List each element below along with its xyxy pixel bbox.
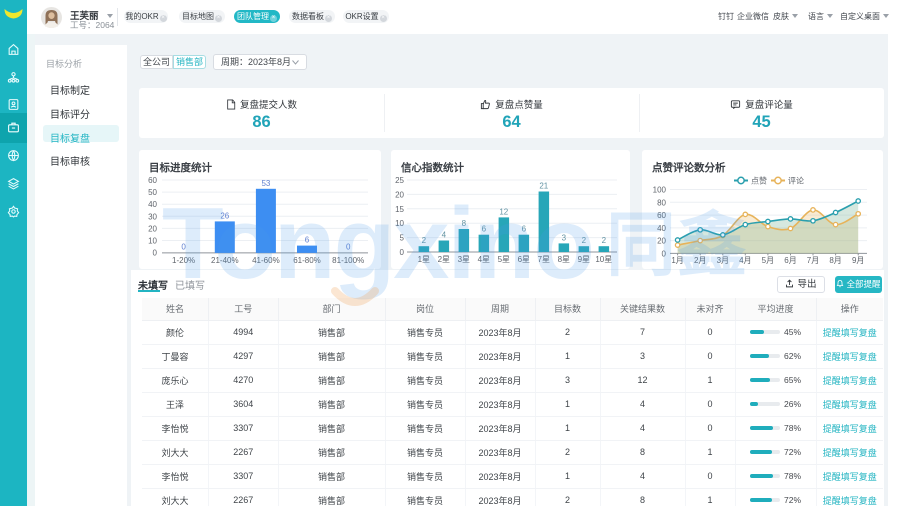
svg-text:81-100%: 81-100% (332, 256, 364, 265)
svg-text:5星: 5星 (498, 255, 510, 264)
svg-text:7月: 7月 (807, 256, 819, 265)
svg-text:7星: 7星 (538, 255, 550, 264)
svg-text:20: 20 (657, 237, 666, 246)
svg-text:1-20%: 1-20% (172, 256, 195, 265)
svg-text:3月: 3月 (717, 256, 729, 265)
svg-text:0: 0 (400, 248, 405, 257)
svg-text:0: 0 (181, 243, 186, 252)
svg-text:6星: 6星 (518, 255, 530, 264)
svg-text:评论: 评论 (788, 176, 804, 186)
svg-text:2星: 2星 (438, 255, 450, 264)
svg-text:60: 60 (148, 176, 157, 185)
svg-text:点赞: 点赞 (751, 176, 767, 186)
svg-text:21: 21 (539, 182, 548, 191)
svg-text:20: 20 (148, 224, 157, 233)
svg-text:4月: 4月 (739, 256, 751, 265)
svg-text:60: 60 (657, 211, 666, 220)
svg-text:6: 6 (522, 225, 527, 234)
svg-text:53: 53 (261, 179, 270, 188)
svg-text:6: 6 (482, 225, 487, 234)
svg-text:20: 20 (395, 190, 404, 199)
svg-text:6: 6 (305, 236, 310, 245)
svg-text:1星: 1星 (418, 255, 430, 264)
svg-text:2: 2 (582, 236, 587, 245)
svg-text:10: 10 (148, 237, 157, 246)
svg-text:40: 40 (148, 200, 157, 209)
svg-text:25: 25 (395, 176, 404, 185)
svg-text:2: 2 (422, 236, 427, 245)
svg-text:61-80%: 61-80% (293, 256, 321, 265)
svg-text:6月: 6月 (784, 256, 796, 265)
svg-text:41-60%: 41-60% (252, 256, 280, 265)
svg-text:80: 80 (657, 198, 666, 207)
svg-text:4星: 4星 (478, 255, 490, 264)
svg-text:10星: 10星 (595, 255, 612, 264)
svg-text:9月: 9月 (852, 256, 864, 265)
svg-text:0: 0 (346, 243, 351, 252)
svg-text:8: 8 (462, 219, 467, 228)
svg-text:5月: 5月 (762, 256, 774, 265)
svg-text:21-40%: 21-40% (211, 256, 239, 265)
svg-text:0: 0 (662, 249, 667, 258)
svg-text:8月: 8月 (829, 256, 841, 265)
svg-text:30: 30 (148, 212, 157, 221)
svg-text:8星: 8星 (558, 255, 570, 264)
svg-text:10: 10 (395, 219, 404, 228)
svg-text:12: 12 (499, 207, 508, 216)
svg-text:100: 100 (653, 186, 667, 195)
svg-text:5: 5 (400, 234, 405, 243)
svg-text:40: 40 (657, 224, 666, 233)
svg-text:2月: 2月 (694, 256, 706, 265)
svg-text:0: 0 (153, 249, 158, 258)
svg-text:26: 26 (220, 211, 229, 220)
svg-text:3星: 3星 (458, 255, 470, 264)
svg-text:50: 50 (148, 188, 157, 197)
svg-text:3: 3 (562, 233, 567, 242)
svg-text:1月: 1月 (671, 256, 683, 265)
svg-text:9星: 9星 (578, 255, 590, 264)
svg-text:15: 15 (395, 205, 404, 214)
svg-text:2: 2 (602, 236, 607, 245)
svg-text:4: 4 (442, 231, 447, 240)
